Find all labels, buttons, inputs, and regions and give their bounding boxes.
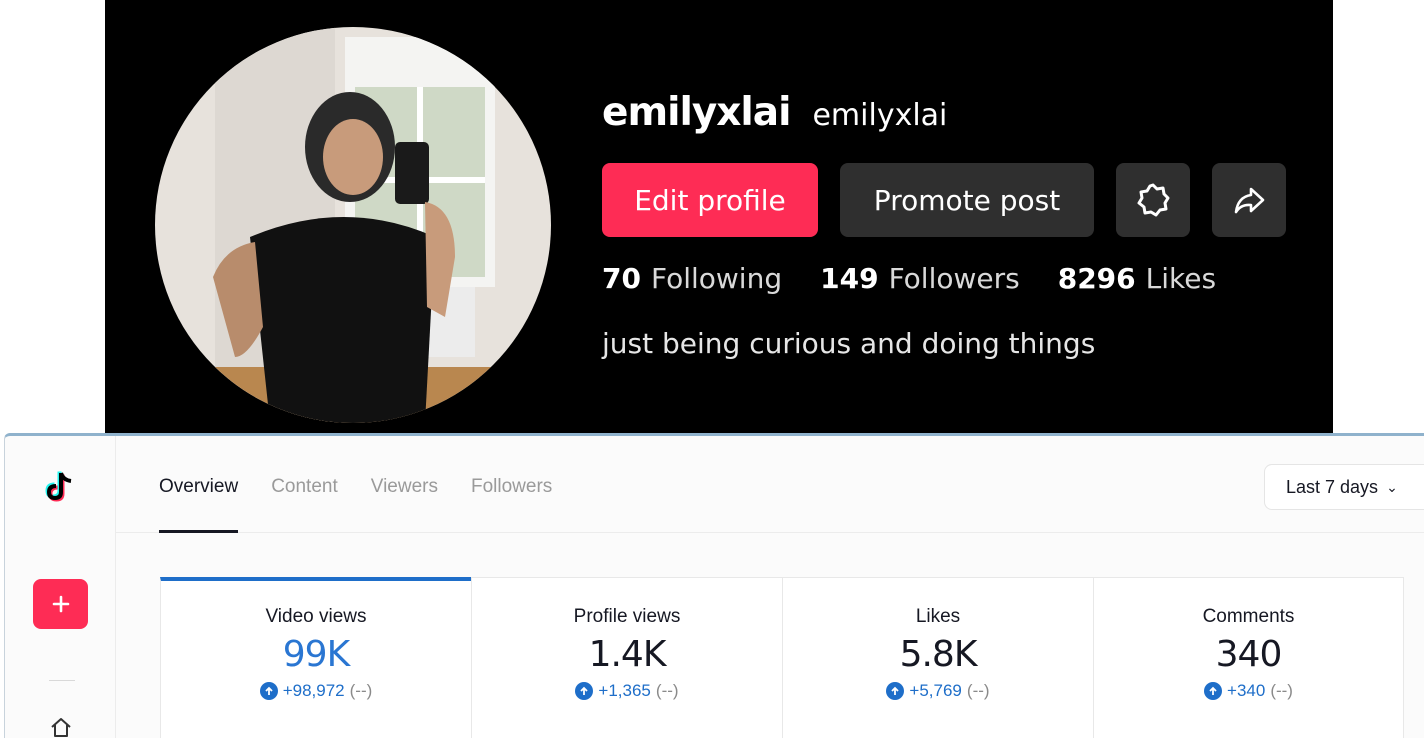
- chevron-down-icon: ⌄: [1386, 478, 1398, 495]
- metric-value: 5.8K: [899, 634, 978, 675]
- analytics-window: Overview Content Viewers Followers Last …: [4, 433, 1424, 738]
- metric-change: +1,365 (--): [472, 681, 782, 701]
- profile-bio: just being curious and doing things: [602, 327, 1096, 360]
- metric-change: +98,972 (--): [161, 681, 471, 701]
- metric-previous: (--): [349, 681, 373, 700]
- metric-card-video-views[interactable]: Video views 99K +98,972 (--): [160, 577, 471, 738]
- following-stat[interactable]: 70 Following: [602, 262, 782, 295]
- metric-change-value: +5,769: [909, 681, 962, 700]
- likes-stat: 8296 Likes: [1058, 262, 1216, 295]
- followers-stat[interactable]: 149 Followers: [820, 262, 1020, 295]
- sidebar: [5, 436, 116, 738]
- analytics-tabs: Overview Content Viewers Followers: [159, 436, 552, 533]
- metric-title: Video views: [265, 606, 367, 627]
- following-count: 70: [602, 262, 641, 295]
- metric-change-value: +98,972: [282, 681, 345, 700]
- analytics-topbar: Overview Content Viewers Followers Last …: [116, 436, 1424, 533]
- metric-title: Comments: [1202, 606, 1295, 627]
- following-label: Following: [650, 262, 783, 295]
- date-range-select[interactable]: Last 7 days ⌄: [1264, 464, 1424, 510]
- metric-previous: (--): [966, 681, 990, 700]
- metric-change-value: +1,365: [598, 681, 651, 700]
- home-icon[interactable]: [49, 716, 73, 738]
- tiktok-logo-icon[interactable]: [45, 470, 75, 504]
- tab-followers[interactable]: Followers: [471, 436, 552, 533]
- metric-cards: Video views 99K +98,972 (--) Profile vie…: [160, 577, 1404, 738]
- metric-card-comments[interactable]: Comments 340 +340 (--): [1093, 577, 1404, 738]
- sidebar-divider: [49, 680, 75, 681]
- date-range-label: Last 7 days: [1286, 476, 1379, 497]
- arrow-up-circle-icon: [575, 682, 594, 700]
- share-profile-button[interactable]: [1212, 163, 1286, 237]
- tab-content[interactable]: Content: [271, 436, 338, 533]
- metric-previous: (--): [655, 681, 679, 700]
- settings-button[interactable]: [1116, 163, 1190, 237]
- followers-count: 149: [820, 262, 879, 295]
- metric-title: Profile views: [573, 606, 681, 627]
- avatar-photo: [155, 27, 551, 423]
- username-handle: emilyxlai: [812, 98, 948, 133]
- display-name: emilyxlai: [602, 90, 791, 135]
- arrow-up-circle-icon: [886, 682, 905, 700]
- arrow-up-circle-icon: [1204, 682, 1223, 700]
- metric-previous: (--): [1270, 681, 1293, 700]
- edit-profile-button[interactable]: Edit profile: [602, 163, 818, 237]
- metric-value: 340: [1215, 634, 1283, 675]
- followers-label: Followers: [888, 262, 1020, 295]
- profile-stats: 70 Following 149 Followers 8296 Likes: [602, 262, 1216, 295]
- metric-card-likes[interactable]: Likes 5.8K +5,769 (--): [782, 577, 1093, 738]
- metric-change: +5,769 (--): [783, 681, 1093, 701]
- profile-header: emilyxlai emilyxlai Edit profile Promote…: [105, 0, 1333, 433]
- share-icon: [1234, 187, 1265, 214]
- add-content-button[interactable]: [33, 579, 88, 629]
- metric-card-profile-views[interactable]: Profile views 1.4K +1,365 (--): [471, 577, 782, 738]
- arrow-up-circle-icon: [259, 682, 278, 700]
- avatar[interactable]: [155, 27, 551, 423]
- metric-value: 99K: [282, 634, 350, 675]
- metric-change: +340 (--): [1094, 681, 1403, 701]
- metric-title: Likes: [915, 606, 961, 627]
- metric-change-value: +340: [1227, 681, 1266, 700]
- tab-viewers[interactable]: Viewers: [371, 436, 438, 533]
- likes-label: Likes: [1145, 262, 1217, 295]
- plus-icon: [52, 595, 69, 613]
- likes-count: 8296: [1057, 262, 1136, 295]
- gear-icon: [1137, 183, 1170, 217]
- tab-overview[interactable]: Overview: [159, 436, 239, 533]
- metric-value: 1.4K: [588, 634, 667, 675]
- promote-post-button[interactable]: Promote post: [840, 163, 1094, 237]
